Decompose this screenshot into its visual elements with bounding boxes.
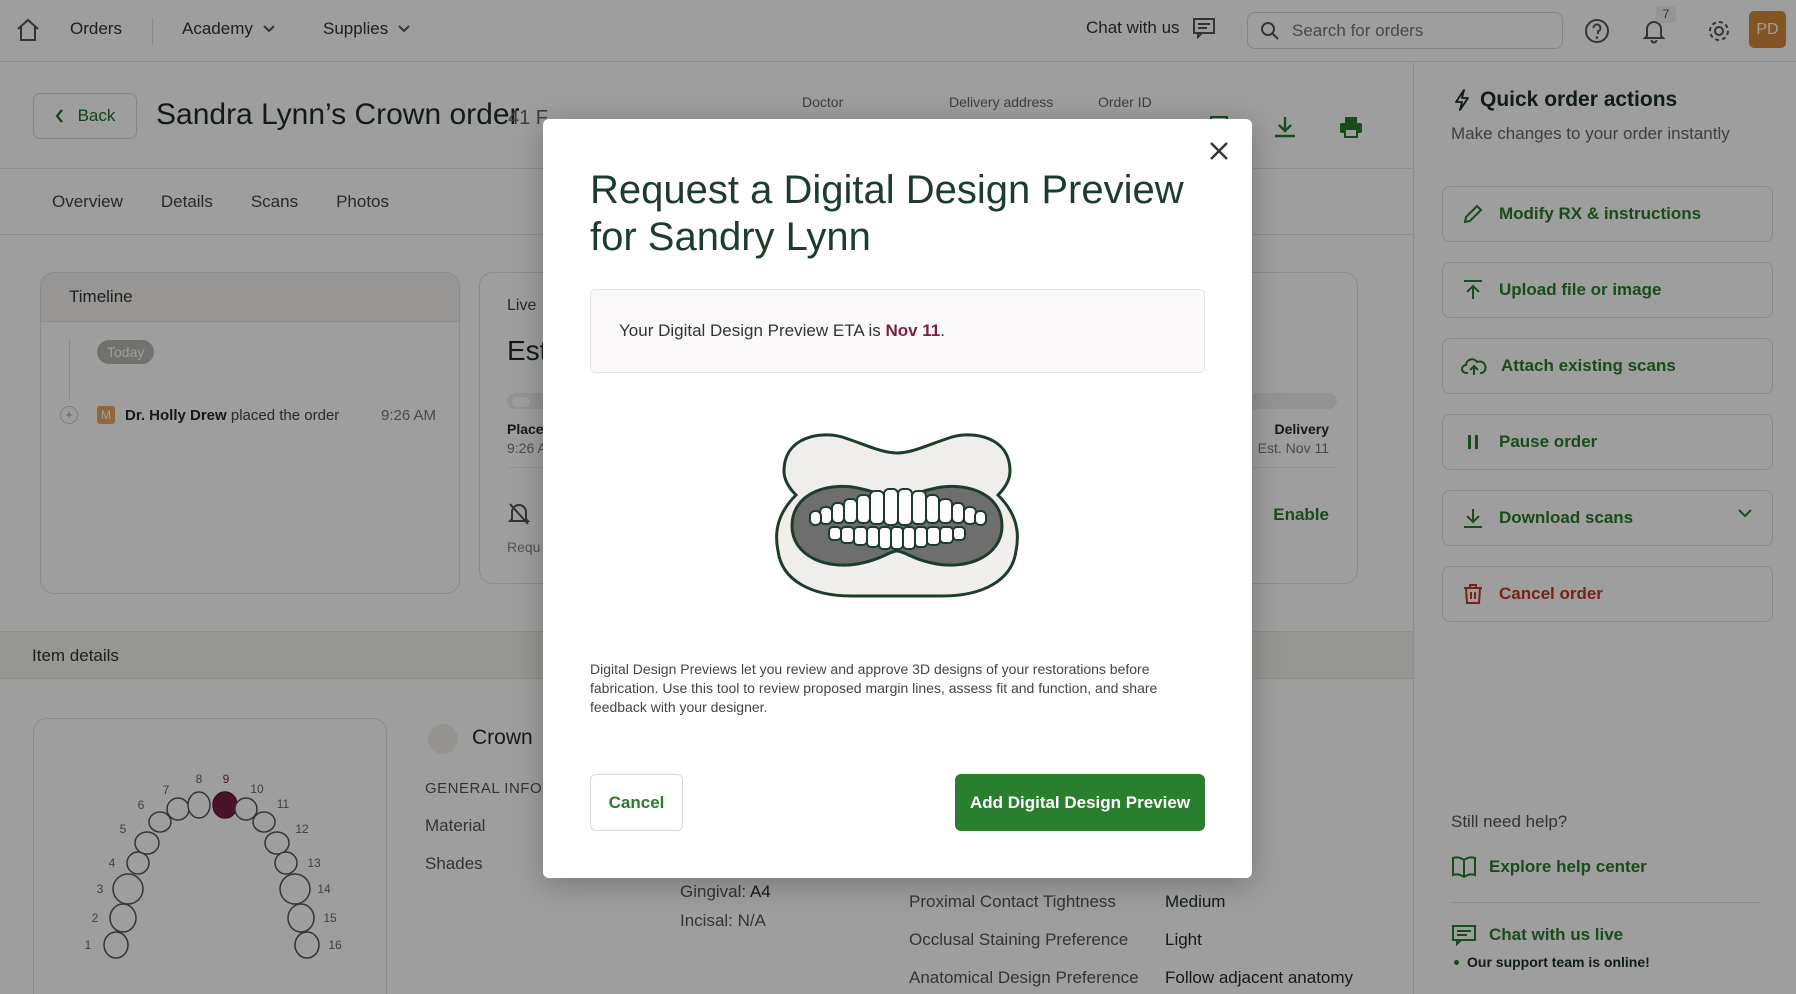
close-button[interactable] (1202, 134, 1236, 168)
eta-suffix: . (940, 321, 945, 340)
modal-description: Digital Design Previews let you review a… (590, 661, 1158, 715)
close-icon (1210, 142, 1228, 160)
app-root: Orders Academy Supplies Chat with us 7 P (0, 0, 1796, 994)
eta-prefix: Your Digital Design Preview ETA is (619, 321, 886, 340)
cancel-button[interactable]: Cancel (590, 774, 683, 831)
add-digital-design-preview-button[interactable]: Add Digital Design Preview (955, 774, 1205, 831)
eta-date: Nov 11 (885, 321, 941, 340)
modal-title: Request a Digital Design Preview for San… (590, 168, 1184, 259)
ddp-request-modal: Request a Digital Design Preview for San… (543, 119, 1252, 878)
teeth-illustration (772, 431, 1022, 601)
eta-notice: Your Digital Design Preview ETA is Nov 1… (590, 289, 1205, 373)
